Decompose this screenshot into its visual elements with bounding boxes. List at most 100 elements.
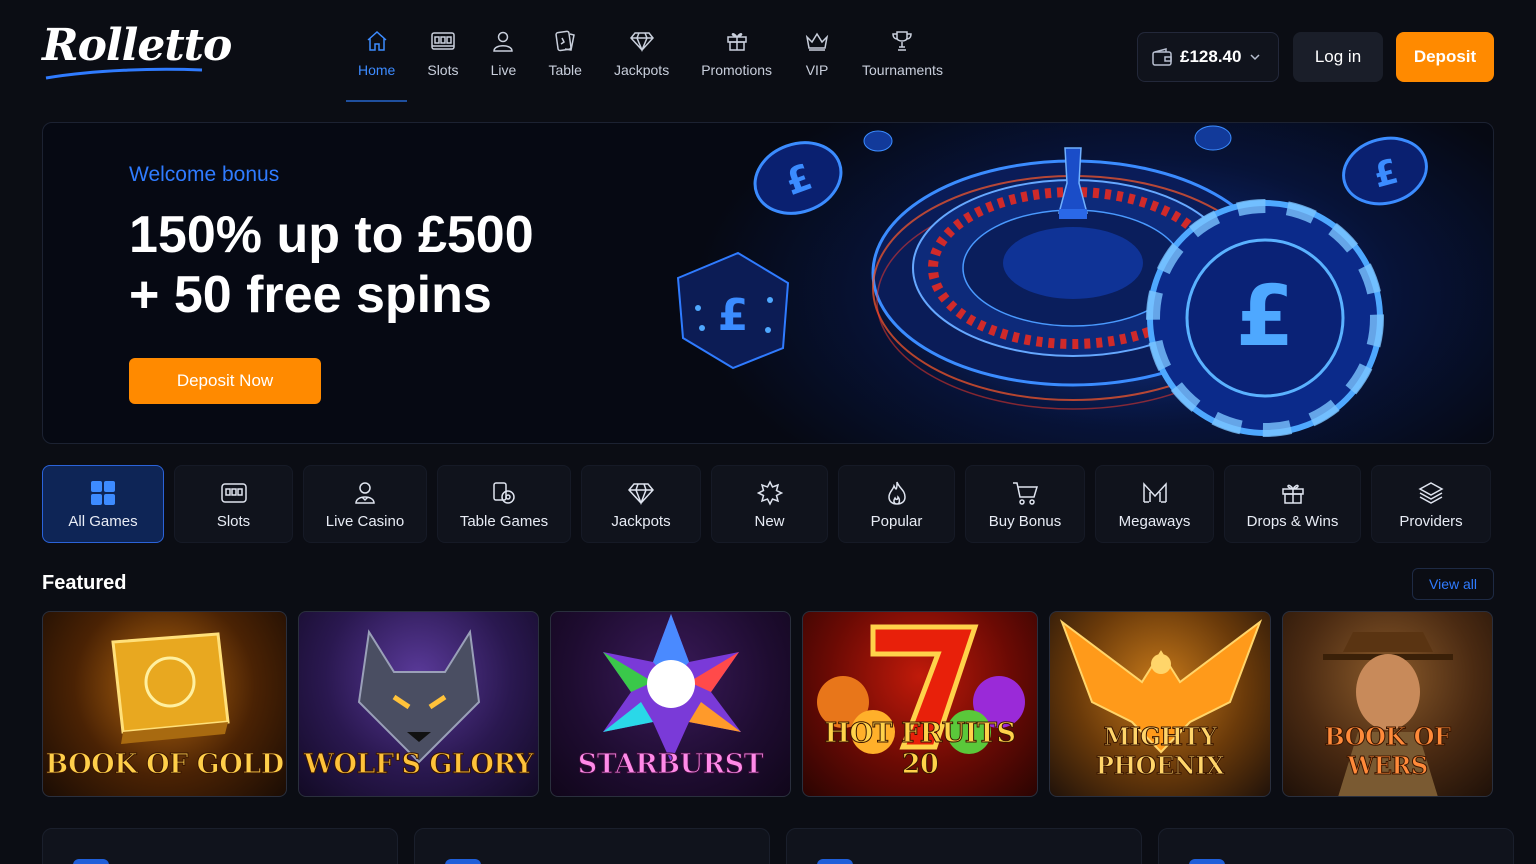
crown-icon: [804, 28, 830, 54]
game-title: BOOK OF WERS: [1324, 722, 1452, 781]
svg-text:£: £: [1236, 267, 1294, 365]
hero-title: 150% up to £500 + 50 free spins: [129, 205, 534, 325]
promo-card[interactable]: [1158, 828, 1514, 864]
brand-logo[interactable]: Rolletto: [42, 20, 232, 71]
logo-swoosh-icon: [45, 67, 203, 80]
wallet-icon: [1152, 48, 1172, 66]
gift-icon: [724, 28, 750, 54]
star-burst-icon: [756, 479, 783, 507]
nav-label: VIP: [805, 62, 829, 78]
nav-label: Slots: [427, 62, 459, 78]
site-header: Rolletto Home Slots Live Table Jackpots …: [0, 0, 1536, 104]
category-label: Drops & Wins: [1246, 512, 1339, 530]
category-table-games[interactable]: Table Games: [437, 465, 571, 543]
nav-label: Live: [490, 62, 517, 78]
nav-label: Table: [548, 62, 582, 78]
featured-section-title: Featured: [42, 572, 127, 594]
category-label: Slots: [216, 512, 251, 530]
promo-card[interactable]: [414, 828, 770, 864]
roulette-banner-art: £ £ £ £: [676, 125, 1428, 437]
flame-icon: [885, 479, 909, 507]
nav-label: Tournaments: [862, 62, 943, 78]
hero-title-line-2: + 50 free spins: [129, 266, 492, 324]
nav-label: Jackpots: [613, 62, 670, 78]
promo-card[interactable]: [786, 828, 1142, 864]
cards-icon: [552, 28, 578, 54]
diamond-icon: [627, 479, 655, 507]
category-live-casino[interactable]: Live Casino: [303, 465, 427, 543]
diamond-icon: [629, 28, 655, 54]
category-jackpots[interactable]: Jackpots: [581, 465, 701, 543]
hero-eyebrow: Welcome bonus: [129, 163, 280, 186]
nav-item-promotions[interactable]: Promotions: [685, 28, 788, 104]
game-tile-starburst[interactable]: STARBURST: [550, 611, 791, 797]
game-title: BOOK OF GOLD: [45, 749, 285, 781]
gift-icon: [1280, 479, 1306, 507]
grid-icon: [90, 479, 116, 507]
view-all-link[interactable]: View all: [1412, 568, 1494, 600]
layers-icon: [1418, 479, 1444, 507]
nav-item-slots[interactable]: Slots: [411, 28, 474, 104]
game-tile-hot-fruits-20[interactable]: HOT FRUITS 20: [802, 611, 1038, 797]
featured-games-row: BOOK OF GOLD WOLF'S GLORY STARBURST HOT …: [42, 611, 1493, 797]
category-providers[interactable]: Providers: [1371, 465, 1491, 543]
category-label: New: [754, 512, 785, 530]
nav-label: Promotions: [701, 62, 773, 78]
nav-item-table[interactable]: Table: [532, 28, 597, 104]
promo-card[interactable]: [42, 828, 398, 864]
slot-machine-icon: [220, 479, 248, 507]
category-bar: All Games Slots Live Casino Table Games …: [42, 465, 1494, 543]
category-new[interactable]: New: [711, 465, 828, 543]
category-label: All Games: [68, 512, 138, 530]
deposit-now-button[interactable]: Deposit Now: [129, 358, 321, 404]
deposit-button[interactable]: Deposit: [1396, 32, 1494, 82]
megaways-icon: [1141, 479, 1169, 507]
game-title: MIGHTY PHOENIX: [1095, 722, 1225, 781]
trophy-icon: [889, 28, 915, 54]
category-popular[interactable]: Popular: [838, 465, 955, 543]
chevron-down-icon: [1250, 54, 1260, 61]
game-tile-book-of-gold[interactable]: BOOK OF GOLD: [42, 611, 287, 797]
game-tile-mighty-phoenix[interactable]: MIGHTY PHOENIX: [1049, 611, 1271, 797]
category-drops-wins[interactable]: Drops & Wins: [1224, 465, 1361, 543]
dealer-icon: [352, 479, 378, 507]
category-megaways[interactable]: Megaways: [1095, 465, 1214, 543]
home-icon: [364, 28, 390, 54]
game-title: WOLF'S GLORY: [303, 749, 534, 781]
game-title: HOT FRUITS 20: [824, 718, 1016, 781]
cart-icon: [1011, 479, 1039, 507]
category-label: Table Games: [459, 512, 549, 530]
promo-card-icon: [445, 859, 481, 864]
promo-cards-row: [42, 828, 1514, 864]
main-nav: Home Slots Live Table Jackpots Promotion…: [342, 28, 959, 104]
user-icon: [490, 28, 516, 54]
login-button[interactable]: Log in: [1293, 32, 1383, 82]
chip-cards-icon: [491, 479, 517, 507]
nav-label: Home: [358, 62, 396, 78]
nav-item-live[interactable]: Live: [474, 28, 532, 104]
balance-amount: £128.40: [1180, 47, 1242, 66]
category-label: Providers: [1399, 512, 1463, 530]
promo-card-icon: [1189, 859, 1225, 864]
game-title: STARBURST: [577, 749, 764, 781]
promo-card-icon: [73, 859, 109, 864]
category-buy-bonus[interactable]: Buy Bonus: [965, 465, 1085, 543]
category-label: Jackpots: [611, 512, 671, 530]
slot-machine-icon: [430, 28, 456, 54]
nav-item-tournaments[interactable]: Tournaments: [846, 28, 959, 104]
welcome-bonus-banner: £ £ £ £ Welcome bonus 150% up to £500 + …: [42, 122, 1494, 444]
nav-item-vip[interactable]: VIP: [788, 28, 846, 104]
category-label: Megaways: [1118, 512, 1191, 530]
category-slots[interactable]: Slots: [174, 465, 293, 543]
game-tile-book-of-wers[interactable]: BOOK OF WERS: [1282, 611, 1493, 797]
category-label: Buy Bonus: [988, 512, 1062, 530]
game-tile-wolfs-glory[interactable]: WOLF'S GLORY: [298, 611, 539, 797]
wallet-balance-dropdown[interactable]: £128.40: [1137, 32, 1279, 82]
category-all-games[interactable]: All Games: [42, 465, 164, 543]
svg-text:£: £: [718, 290, 749, 341]
promo-card-icon: [817, 859, 853, 864]
category-label: Popular: [870, 512, 923, 530]
nav-item-jackpots[interactable]: Jackpots: [598, 28, 685, 104]
nav-item-home[interactable]: Home: [342, 28, 411, 104]
category-label: Live Casino: [325, 512, 405, 530]
